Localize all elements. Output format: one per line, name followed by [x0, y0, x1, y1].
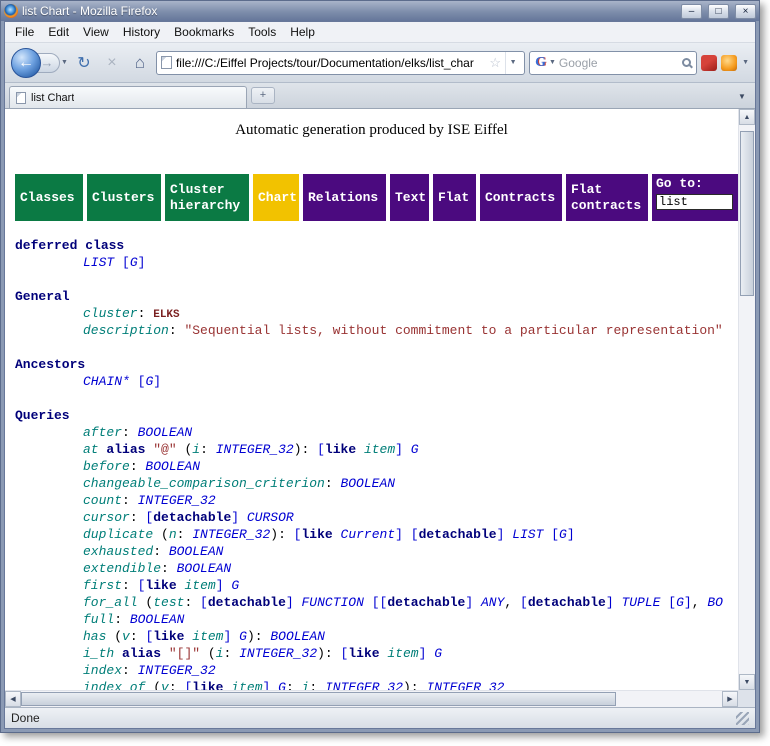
menu-tools[interactable]: Tools — [241, 23, 283, 41]
scroll-down-button[interactable]: ▼ — [739, 674, 755, 690]
scroll-right-button[interactable]: ▶ — [722, 691, 738, 707]
horizontal-scrollbar[interactable]: ◀ ▶ — [5, 690, 738, 707]
tile-flat[interactable]: Flat — [433, 174, 476, 221]
doc-line: full: BOOLEAN — [15, 611, 738, 628]
reload-button[interactable]: ↻ — [72, 51, 96, 75]
url-bar[interactable]: file:///C:/Eiffel Projects/tour/Document… — [156, 51, 525, 75]
doc-line: has (v: [like item] G): BOOLEAN — [15, 628, 738, 645]
page: Automatic generation produced by ISE Eif… — [5, 109, 738, 690]
horizontal-scroll-track[interactable] — [616, 691, 722, 707]
minimize-button[interactable]: – — [681, 4, 702, 19]
google-logo-icon: G — [535, 55, 546, 71]
scroll-left-button[interactable]: ◀ — [5, 691, 21, 707]
doc-line: Queries — [15, 407, 738, 424]
tile-chart[interactable]: Chart — [253, 174, 299, 221]
bookmark-star-icon[interactable]: ☆ — [489, 55, 501, 71]
nav-toolbar: ← → ▼ ↻ × ⌂ file:///C:/Eiffel Projects/t… — [5, 43, 755, 83]
doc-line: count: INTEGER_32 — [15, 492, 738, 509]
doc-line: duplicate (n: INTEGER_32): [like Current… — [15, 526, 738, 543]
url-dropdown-button[interactable]: ▼ — [505, 52, 520, 74]
scroll-up-button[interactable]: ▲ — [739, 109, 755, 125]
tile-cluster-hierarchy[interactable]: Cluster hierarchy — [165, 174, 249, 221]
doc-line: cluster: ELKS — [15, 305, 738, 322]
doc-line: changeable_comparison_criterion: BOOLEAN — [15, 475, 738, 492]
goto-tile: Go to: — [652, 174, 738, 221]
doc-line: index: INTEGER_32 — [15, 662, 738, 679]
page-title: Automatic generation produced by ISE Eif… — [5, 122, 738, 139]
back-button[interactable]: ← — [11, 48, 41, 78]
tile-relations[interactable]: Relations — [303, 174, 386, 221]
window-frame: FileEditViewHistoryBookmarksToolsHelp ← … — [4, 21, 756, 729]
doc-line: before: BOOLEAN — [15, 458, 738, 475]
firefox-window: list Chart - Mozilla Firefox – □ × FileE… — [0, 0, 760, 733]
menu-file[interactable]: File — [8, 23, 41, 41]
goto-input[interactable] — [656, 194, 733, 210]
doc-line: index_of (v: [like item] G; i: INTEGER_3… — [15, 679, 738, 690]
doc-line: extendible: BOOLEAN — [15, 560, 738, 577]
tab-label: list Chart — [31, 92, 74, 104]
vertical-scroll-thumb[interactable] — [740, 131, 754, 296]
vertical-scrollbar[interactable]: ▲ ▼ — [738, 109, 755, 690]
search-icon[interactable] — [682, 58, 691, 67]
titlebar[interactable]: list Chart - Mozilla Firefox – □ × — [1, 1, 759, 21]
tab-bar: list Chart + ▼ — [5, 83, 755, 109]
doc-line: for_all (test: [detachable] FUNCTION [[d… — [15, 594, 738, 611]
history-dropdown-icon[interactable]: ▼ — [61, 59, 68, 66]
maximize-button[interactable]: □ — [708, 4, 729, 19]
search-engine-dropdown[interactable]: ▼ — [549, 59, 556, 66]
history-nav-cluster: ← → ▼ — [11, 48, 68, 78]
document-icon — [16, 92, 26, 104]
doc-line: Ancestors — [15, 356, 738, 373]
menu-help[interactable]: Help — [283, 23, 322, 41]
status-bar: Done — [5, 707, 755, 728]
home-button[interactable]: ⌂ — [128, 51, 152, 75]
scrollbar-corner — [738, 690, 755, 707]
doc-line — [15, 339, 738, 356]
browser-content: Automatic generation produced by ISE Eif… — [5, 109, 755, 707]
doc-line: General — [15, 288, 738, 305]
horizontal-scroll-thumb[interactable] — [21, 692, 616, 706]
url-input[interactable]: file:///C:/Eiffel Projects/tour/Document… — [176, 56, 485, 70]
menu-view[interactable]: View — [76, 23, 116, 41]
doc-line: i_th alias "[]" (i: INTEGER_32): [like i… — [15, 645, 738, 662]
nav-tiles-row: ClassesClustersCluster hierarchyChartRel… — [15, 174, 738, 221]
tile-classes[interactable]: Classes — [15, 174, 83, 221]
doc-line: after: BOOLEAN — [15, 424, 738, 441]
status-text: Done — [11, 711, 40, 725]
menu-bookmarks[interactable]: Bookmarks — [167, 23, 241, 41]
doc-line: description: "Sequential lists, without … — [15, 322, 738, 339]
close-button[interactable]: × — [735, 4, 756, 19]
tile-flat-contracts[interactable]: Flat contracts — [566, 174, 648, 221]
tile-contracts[interactable]: Contracts — [480, 174, 562, 221]
page-favicon-icon — [161, 56, 172, 69]
menubar: FileEditViewHistoryBookmarksToolsHelp — [5, 22, 755, 43]
window-title: list Chart - Mozilla Firefox — [22, 4, 675, 18]
list-all-tabs-button[interactable]: ▼ — [733, 88, 751, 106]
tile-clusters[interactable]: Clusters — [87, 174, 161, 221]
doc-line — [15, 390, 738, 407]
menu-history[interactable]: History — [116, 23, 167, 41]
search-box[interactable]: G ▼ Google — [529, 51, 697, 75]
tab-list-chart[interactable]: list Chart — [9, 86, 247, 108]
doc-area: deferred classLIST [G] Generalcluster: E… — [5, 237, 738, 690]
doc-line: first: [like item] G — [15, 577, 738, 594]
tile-text[interactable]: Text — [390, 174, 429, 221]
goto-label: Go to: — [656, 176, 735, 192]
doc-line: deferred class — [15, 237, 738, 254]
search-input[interactable]: Google — [559, 56, 679, 70]
doc-line — [15, 271, 738, 288]
doc-line: LIST [G] — [15, 254, 738, 271]
extension-dropdown-icon[interactable]: ▼ — [742, 59, 749, 66]
extension-button-1[interactable] — [701, 55, 717, 71]
doc-line: at alias "@" (i: INTEGER_32): [like item… — [15, 441, 738, 458]
extension-button-2[interactable] — [721, 55, 737, 71]
doc-line: cursor: [detachable] CURSOR — [15, 509, 738, 526]
menu-edit[interactable]: Edit — [41, 23, 76, 41]
resize-grip[interactable] — [736, 712, 749, 725]
doc-line: CHAIN* [G] — [15, 373, 738, 390]
stop-button[interactable]: × — [100, 51, 124, 75]
new-tab-button[interactable]: + — [251, 87, 275, 104]
firefox-icon — [4, 4, 18, 18]
doc-line: exhausted: BOOLEAN — [15, 543, 738, 560]
